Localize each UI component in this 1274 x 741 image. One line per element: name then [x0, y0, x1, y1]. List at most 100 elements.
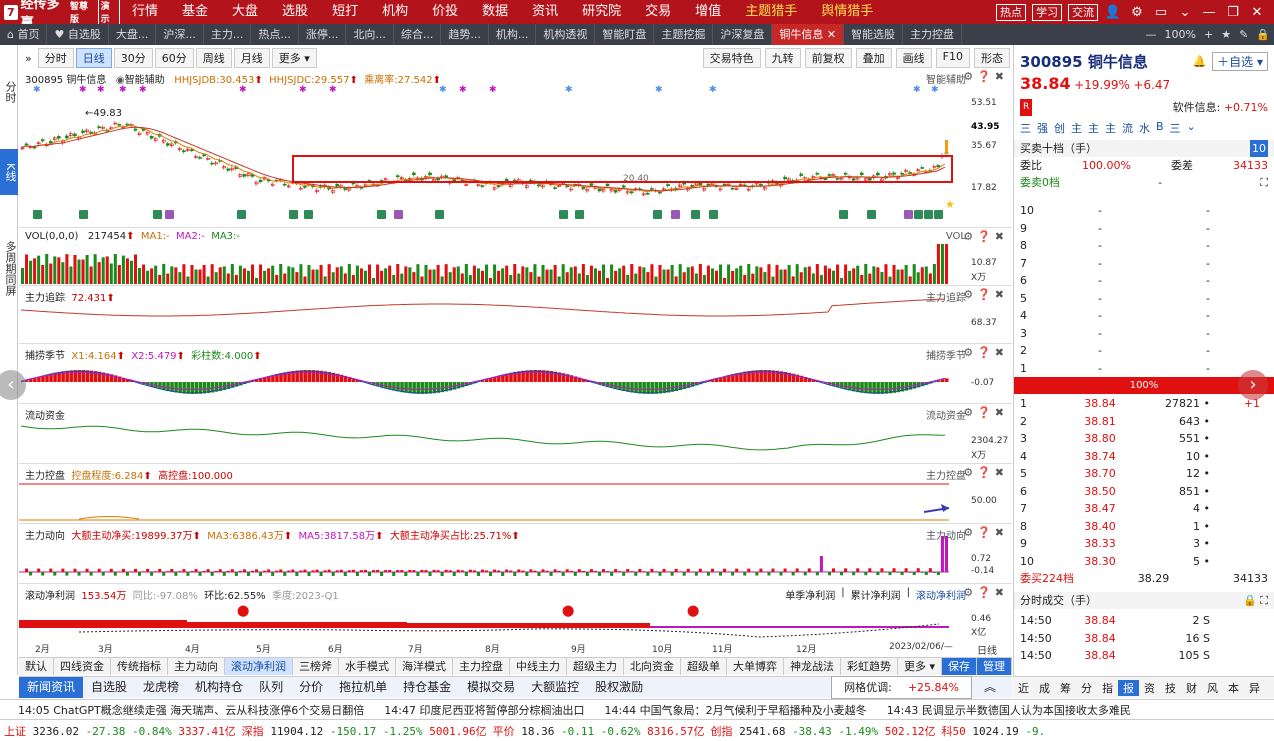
next-arrow-icon[interactable]: › — [1238, 370, 1268, 400]
tab-item[interactable]: 热点... — [251, 24, 299, 45]
close-icon[interactable]: ✕ — [1248, 5, 1266, 20]
top-menu-item-highlight[interactable]: 主题猎手 — [733, 0, 809, 24]
tab-item[interactable]: 沪深... — [156, 24, 204, 45]
bottom-tab[interactable]: 龙虎榜 — [135, 677, 187, 698]
chart-tool-button[interactable]: 九转 — [764, 48, 801, 68]
period-button[interactable]: 月线 — [233, 48, 270, 68]
chart-tool-button[interactable]: 画线 — [895, 48, 932, 68]
indicator-tab[interactable]: 默认 — [19, 658, 54, 675]
tab-single-quarter[interactable]: 单季净利润 — [785, 587, 835, 602]
top-menu-item[interactable]: 资讯 — [520, 0, 570, 24]
right-tab[interactable]: 财 — [1181, 680, 1202, 696]
panel-icons[interactable]: ⚙❓✖ — [963, 346, 1008, 359]
indicator-tab[interactable]: 北向资金 — [624, 658, 681, 675]
bottom-tab[interactable]: 拖拉机单 — [331, 677, 395, 698]
tab-item[interactable]: 智能选股 — [844, 24, 904, 45]
expand-icon[interactable]: ︽ — [976, 677, 1004, 698]
index-item[interactable]: 深指 11904.12 -150.17 -1.25% 5001.96亿 — [242, 723, 487, 739]
right-tab[interactable]: 报 — [1118, 679, 1139, 696]
index-item[interactable]: 创指 2541.68 -38.43 -1.49% 502.12亿 — [710, 723, 935, 739]
indicator-action-button[interactable]: 保存 — [942, 658, 978, 675]
tab-item[interactable]: 机构透视 — [536, 24, 596, 45]
right-tab[interactable]: 成 — [1034, 680, 1055, 696]
indicator-tab[interactable]: 主力控盘 — [453, 658, 510, 675]
top-menu-item[interactable]: 短打 — [320, 0, 370, 24]
tab-item[interactable]: ♥ 自选股 — [47, 24, 109, 45]
tab-item[interactable]: 大盘... — [109, 24, 157, 45]
stock-tag[interactable]: 主 — [1088, 120, 1099, 136]
add-watchlist-button[interactable]: ＋自选 ▾ — [1212, 52, 1268, 71]
maximize-icon[interactable]: ❐ — [1224, 5, 1242, 20]
bottom-tab[interactable]: 队列 — [251, 677, 291, 698]
stock-tag[interactable]: 水 — [1139, 120, 1150, 136]
top-menu-item[interactable]: 基金 — [170, 0, 220, 24]
tab-item[interactable]: 机构... — [489, 24, 537, 45]
chart-tool-button[interactable]: 形态 — [974, 48, 1010, 68]
talk-button[interactable]: 交流 — [1068, 3, 1098, 21]
indicator-tab[interactable]: 中线主力 — [510, 658, 567, 675]
period-button[interactable]: 周线 — [195, 48, 232, 68]
minimize-icon[interactable]: — — [1200, 5, 1218, 20]
bell-icon[interactable]: 🔔 — [1192, 55, 1206, 68]
period-button[interactable]: 日线 — [75, 48, 112, 68]
index-item[interactable]: 上证 3236.02 -27.38 -0.84% 3337.41亿 — [4, 723, 236, 739]
indicator-tab[interactable]: 滚动净利润 — [225, 658, 293, 675]
bottom-tab[interactable]: 分价 — [291, 677, 331, 698]
lock-icon[interactable]: 🔒 ⛶ — [1243, 592, 1268, 609]
bottom-tab[interactable]: 机构持仓 — [187, 677, 251, 698]
stock-tag[interactable]: 三 — [1020, 120, 1031, 136]
chart-tool-button[interactable]: 交易特色 — [702, 48, 761, 68]
bottom-tab[interactable]: 股权激励 — [587, 677, 651, 698]
indicator-tab[interactable]: 超级主力 — [567, 658, 624, 675]
chart-tool-button[interactable]: F10 — [935, 48, 970, 68]
tab-item[interactable]: 主题挖掘 — [654, 24, 714, 45]
period-button[interactable]: 分时 — [37, 48, 74, 68]
indicator-tab[interactable]: 超级单 — [681, 658, 727, 675]
indicator-tab[interactable]: 传统指标 — [111, 658, 168, 675]
right-tab[interactable]: 异 — [1244, 680, 1265, 696]
zoom-out-icon[interactable]: — — [1146, 24, 1157, 45]
grid-optimize[interactable]: 网格优调: +25.84% — [831, 676, 972, 699]
indicator-tab[interactable]: 海洋模式 — [396, 658, 453, 675]
chart-tool-button[interactable]: 叠加 — [855, 48, 892, 68]
indicator-tab[interactable]: 大单博弈 — [727, 658, 784, 675]
lock-icon[interactable]: 🔒 — [1256, 24, 1270, 45]
right-tab[interactable]: 近 — [1013, 680, 1034, 696]
panel-icons[interactable]: ⚙❓✖ — [963, 586, 1008, 599]
top-menu-item[interactable]: 机构 — [370, 0, 420, 24]
indicator-tab[interactable]: 四线资金 — [54, 658, 111, 675]
tab-cumulative[interactable]: 累计净利润 — [851, 587, 901, 602]
tab-item[interactable]: 涨停... — [299, 24, 347, 45]
top-menu-item[interactable]: 选股 — [270, 0, 320, 24]
panel-icons[interactable]: ⚙❓✖ — [963, 288, 1008, 301]
panel-icons[interactable]: ⚙❓✖ — [963, 466, 1008, 479]
bottom-tab[interactable]: 模拟交易 — [459, 677, 523, 698]
news-item[interactable]: 14:44 中国气象局：2月气候利于早稻播种及小麦越冬 — [604, 702, 866, 718]
tab-rolling[interactable]: 滚动净利润 — [916, 587, 966, 602]
nav-multi-period[interactable]: 多周期同屏 — [0, 235, 18, 302]
tab-item[interactable]: 主力控盘 — [903, 24, 963, 45]
top-menu-item[interactable]: 数据 — [470, 0, 520, 24]
news-item[interactable]: 14:05 ChatGPT概念继续走强 海天瑞声、云从科技涨停6个交易日翻倍 — [18, 702, 364, 718]
indicator-tab[interactable]: 主力动向 — [168, 658, 225, 675]
nav-kline[interactable]: K线 — [0, 149, 18, 196]
chart-tool-button[interactable]: 前复权 — [804, 48, 852, 68]
tab-item[interactable]: ⌂ 首页 — [0, 24, 48, 45]
stock-tag[interactable]: 主 — [1071, 120, 1082, 136]
add-icon[interactable]: + — [1204, 24, 1213, 45]
stock-tag[interactable]: 强 — [1037, 120, 1048, 136]
tab-item[interactable]: 沪深复盘 — [713, 24, 773, 45]
top-menu-item-highlight[interactable]: 舆情猎手 — [809, 0, 885, 24]
window-icon[interactable]: ▭ — [1152, 5, 1170, 20]
stock-tag[interactable]: 流 — [1122, 120, 1133, 136]
indicator-tab[interactable]: 神龙战法 — [784, 658, 841, 675]
top-menu-item[interactable]: 价投 — [420, 0, 470, 24]
index-item[interactable]: 科50 1024.19 -9. — [942, 723, 1046, 739]
indicator-tab[interactable]: 三榜斧 — [293, 658, 339, 675]
top-menu-item[interactable]: 研究院 — [570, 0, 633, 24]
tab-item[interactable]: 综合... — [394, 24, 442, 45]
index-item[interactable]: 平价 18.36 -0.11 -0.62% 8316.57亿 — [493, 723, 705, 739]
indicator-tab[interactable]: 水手模式 — [339, 658, 396, 675]
indicator-tab[interactable]: 彩虹趋势 — [841, 658, 898, 675]
star-icon[interactable]: ★ — [1221, 24, 1231, 45]
